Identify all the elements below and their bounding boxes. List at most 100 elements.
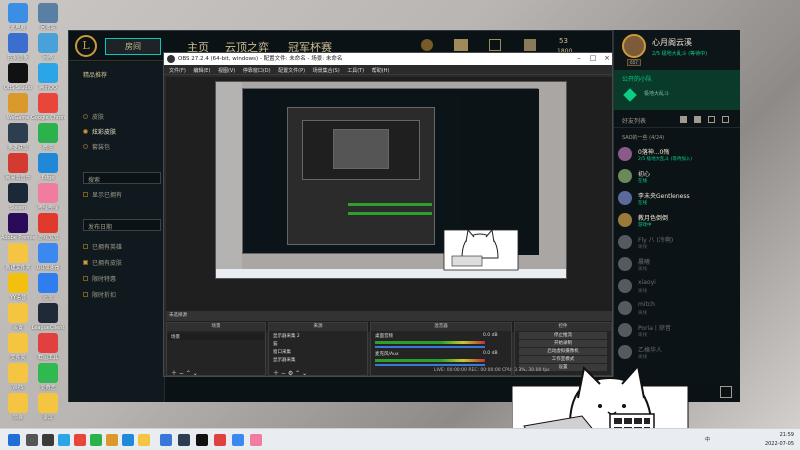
store-header[interactable]: 精品推荐 [83,70,107,79]
obs-preview-canvas[interactable] [166,77,612,332]
desktop-icon[interactable]: 英雄联盟 [1,123,35,151]
friend-list-item[interactable]: xiaoyi 离线 [618,278,738,298]
source-item[interactable]: 显示器采集 [273,357,296,363]
desktop-icon[interactable]: 哔哩哔哩 [31,183,65,211]
close-icon[interactable]: × [600,53,614,65]
show-owned-checkbox[interactable]: 显示已拥有 [83,190,122,199]
desktop-icon[interactable]: 文件夹 [1,333,35,361]
friend-list-item[interactable]: Poria丨琼音 离线 [618,322,738,342]
menu-edit[interactable]: 编辑(E) [193,66,210,76]
desktop-icon[interactable]: 截图工具 [31,333,65,361]
filter-owned-champions[interactable]: 已拥有英雄 [83,242,122,251]
obs-title-bar[interactable]: OBS 27.2.4 (64-bit, windows) - 配置文件: 未命名… [164,53,612,65]
qq-taskbar-icon[interactable] [58,434,70,446]
task-view-icon[interactable] [42,434,54,446]
desktop-icon[interactable]: 微信 [31,123,65,151]
menu-scene-collection[interactable]: 场景集合(S) [313,66,340,76]
app-taskbar-icon[interactable] [232,434,244,446]
source-item[interactable]: 窗口采集 [273,349,291,355]
desktop-icon[interactable]: UU加速器 [31,243,65,271]
party-panel[interactable]: 公开的小队 极地大乱斗 [614,70,740,110]
store-search-input[interactable]: 搜索 [83,172,161,184]
filter-owned-skins[interactable]: 已拥有皮肤 [83,258,122,267]
app-taskbar-icon[interactable] [214,434,226,446]
wechat-taskbar-icon[interactable] [90,434,102,446]
store-tab-chromas[interactable]: 炫彩皮肤 [83,127,116,136]
wegame-taskbar-icon[interactable] [106,434,118,446]
start-recording-button[interactable]: 开始录制 [519,340,607,347]
start-icon[interactable] [8,434,20,446]
mic-audio-slider[interactable] [375,364,485,366]
friend-list-item[interactable]: 0落神...0殇 2/5 极地大乱斗 (等待加入) [618,146,738,166]
desktop-icon[interactable]: YY语音 [1,273,35,301]
source-item[interactable]: 猫 [273,341,278,347]
my-profile[interactable]: 657 心月阁云溪 2/5 极地大乱斗 (等待中) [614,30,740,70]
chrome-taskbar-icon[interactable] [74,434,86,446]
desktop-icon[interactable]: 网络 [31,33,65,61]
scene-add-remove[interactable]: ＋ − ⌃ ⌄ [171,368,198,377]
obs-taskbar-icon[interactable] [196,434,208,446]
desktop-icon[interactable]: Google Chrome [31,93,65,121]
sort-select[interactable]: 发布日期 [83,219,161,231]
desktop-icon[interactable]: 游戏加加 [31,213,65,241]
desktop-audio-slider[interactable] [375,346,485,348]
desktop-icon[interactable]: 回收站 [31,3,65,31]
friend-list-item[interactable]: mitch 离线 [618,300,738,320]
ime-indicator[interactable]: 中 [700,436,710,443]
filter-limited-sale[interactable]: 限时特惠 [83,274,116,283]
desktop-icon[interactable]: Edge [31,153,65,181]
minimize-icon[interactable]: – [572,53,586,65]
store-tab-skins[interactable]: 皮肤 [83,112,104,121]
maximize-icon[interactable]: □ [586,53,600,65]
desktop-icon[interactable]: 控制面板 [1,33,35,61]
desktop-icon[interactable]: 爱奇艺 [31,363,65,391]
desktop-icon[interactable]: 录屏 [31,393,65,421]
store-tab-bundles[interactable]: 套装包 [83,142,110,151]
clock-time[interactable]: 21:59 [740,432,794,438]
friend-list-item[interactable]: 李未央Gentleness 在线 [618,190,738,210]
desktop-icon[interactable]: WPS [1,363,35,391]
menu-help[interactable]: 帮助(H) [372,66,390,76]
desktop-icon[interactable]: 设置 [1,303,35,331]
stop-streaming-button[interactable]: 停止推流 [519,332,607,339]
lol-taskbar-icon[interactable] [178,434,190,446]
menu-tools[interactable]: 工具(T) [347,66,364,76]
filter-limited-discount[interactable]: 限时折扣 [83,290,116,299]
collection-icon[interactable] [454,39,468,51]
search-icon[interactable] [722,116,729,123]
menu-docks[interactable]: 停靠窗口(D) [243,66,271,76]
source-add-remove[interactable]: ＋ − ⚙ ⌃ ⌄ [273,368,307,377]
notification-icon[interactable] [720,386,732,398]
desktop-icon[interactable]: LeagueClient [31,303,65,331]
friend-group-header[interactable]: SAO的一些 (4/24) [622,134,664,141]
store-icon[interactable] [524,39,536,51]
menu-file[interactable]: 文件(F) [169,66,186,76]
explorer-taskbar-icon[interactable] [138,434,150,446]
desktop-icon[interactable]: Steam [1,183,35,211]
desktop-icon[interactable]: Adobe Premiere [1,213,35,241]
lol-play-button[interactable]: 房间 [105,38,161,55]
app-taskbar-icon[interactable] [160,434,172,446]
desktop-icon[interactable]: 新建文件夹 [1,243,35,271]
edge-taskbar-icon[interactable] [122,434,134,446]
menu-view[interactable]: 视图(V) [218,66,235,76]
desktop-icon[interactable]: OBS Studio [1,63,35,91]
clock-date[interactable]: 2022-07-05 [740,441,794,447]
desktop-icon[interactable]: 网易云音乐 [1,153,35,181]
add-folder-icon[interactable] [694,116,701,123]
profile-icon[interactable] [421,39,433,51]
desktop-icon[interactable]: 项目 [1,393,35,421]
add-friend-icon[interactable] [680,116,687,123]
desktop-icon[interactable]: WeGame [1,93,35,121]
friend-list-item[interactable]: 初心 在线 [618,168,738,188]
source-item[interactable]: 显示器采集 2 [273,333,300,339]
search-icon[interactable] [26,434,38,446]
sort-icon[interactable] [708,116,715,123]
desktop-icon[interactable]: 此电脑 [1,3,35,31]
scene-item[interactable] [168,333,265,340]
desktop-icon[interactable]: 迅雷 [31,273,65,301]
menu-profile[interactable]: 配置文件(P) [278,66,305,76]
loot-icon[interactable] [489,39,501,51]
friend-list-item[interactable]: 晨曦 离线 [618,256,738,276]
my-avatar[interactable] [622,34,646,58]
